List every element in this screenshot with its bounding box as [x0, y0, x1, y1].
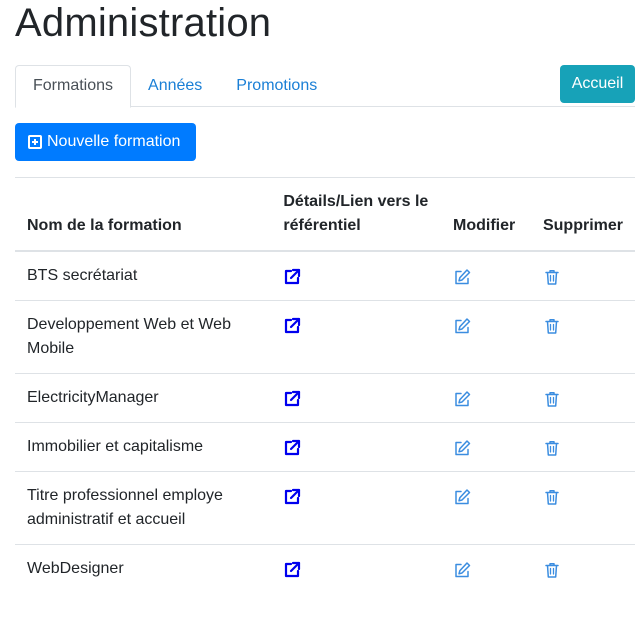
edit-icon-cell — [441, 300, 531, 374]
formation-name: BTS secrétariat — [27, 267, 138, 284]
trash-icon-cell — [530, 300, 635, 374]
table-row: Immobilier et capitalisme — [15, 422, 635, 472]
admin-tabs: Formations Années Promotions — [15, 65, 635, 108]
external-link-icon-cell — [271, 471, 441, 545]
trash-icon-cell — [530, 373, 635, 423]
edit-icon[interactable] — [453, 390, 471, 408]
formation-name: WebDesigner — [15, 544, 272, 593]
edit-icon-cell — [441, 471, 531, 545]
table-row: WebDesigner — [15, 544, 635, 593]
trash-icon-cell — [530, 544, 635, 593]
external-link-icon-cell — [271, 300, 441, 374]
tab-annees[interactable]: Années — [131, 65, 219, 107]
tab-promotions[interactable]: Promotions — [219, 65, 334, 107]
trash-icon-cell — [531, 251, 635, 301]
new-formation-label: Nouvelle formation — [47, 133, 181, 150]
external-link-icon[interactable] — [283, 488, 301, 506]
trash-icon[interactable] — [543, 439, 561, 457]
trash-icon[interactable] — [543, 488, 561, 506]
external-link-icon-cell — [271, 544, 441, 593]
edit-icon[interactable] — [453, 268, 471, 286]
edit-icon[interactable] — [453, 488, 471, 506]
trash-icon-cell — [530, 471, 635, 545]
header-details: Détails/Lien vers le référentiel — [271, 177, 441, 252]
table-row: BTS secrétariat — [15, 251, 635, 301]
header-modify: Modifier — [441, 177, 531, 252]
new-formation-button[interactable]: Nouvelle formation — [15, 123, 196, 161]
plus-square-icon — [28, 135, 42, 149]
edit-icon-cell — [441, 422, 531, 472]
formation-name: Immobilier et capitalisme — [15, 422, 272, 472]
header-delete: Supprimer — [530, 177, 635, 252]
formation-name: ElectricityManager — [15, 373, 272, 423]
external-link-icon-cell — [271, 422, 441, 472]
edit-icon-cell — [441, 373, 531, 423]
edit-icon[interactable] — [453, 317, 471, 335]
trash-icon[interactable] — [543, 268, 561, 286]
trash-icon[interactable] — [543, 390, 561, 408]
table-header-row: Nom de la formation Détails/Lien vers le… — [15, 177, 635, 252]
formation-name: Developpement Web et Web Mobile — [15, 300, 272, 374]
tab-formations[interactable]: Formations — [15, 65, 132, 108]
header-name: Nom de la formation — [15, 177, 272, 252]
external-link-icon[interactable] — [283, 390, 301, 408]
page-title: Administration — [15, 1, 272, 45]
external-link-icon-cell — [271, 373, 441, 423]
formations-table: Nom de la formation Détails/Lien vers le… — [15, 177, 635, 593]
accueil-button[interactable]: Accueil — [560, 65, 635, 103]
trash-icon[interactable] — [543, 317, 561, 335]
table-row: Titre professionnel employe administrati… — [15, 471, 635, 545]
table-row: ElectricityManager — [15, 373, 635, 423]
edit-icon-cell — [441, 251, 531, 301]
external-link-icon-cell — [271, 251, 441, 301]
external-link-icon[interactable] — [283, 268, 301, 286]
formation-name: Titre professionnel employe administrati… — [15, 471, 272, 545]
edit-icon-cell — [441, 544, 531, 593]
table-row: Developpement Web et Web Mobile — [15, 300, 635, 374]
external-link-icon[interactable] — [283, 317, 301, 335]
edit-icon[interactable] — [453, 439, 471, 457]
external-link-icon[interactable] — [283, 439, 301, 457]
trash-icon-cell — [530, 422, 635, 472]
trash-icon[interactable] — [543, 561, 561, 579]
external-link-icon[interactable] — [283, 561, 301, 579]
edit-icon[interactable] — [453, 561, 471, 579]
